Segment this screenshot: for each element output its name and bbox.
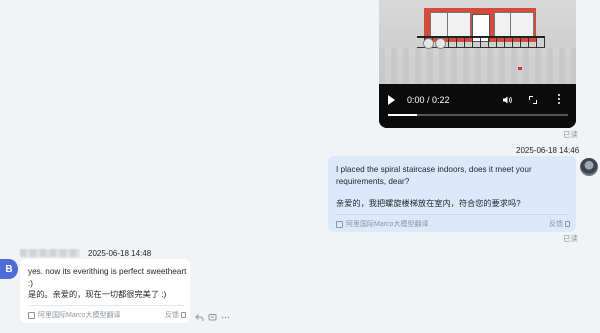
video-marker xyxy=(518,67,522,70)
message-text-en: I placed the spiral staircase indoors, d… xyxy=(336,164,532,188)
volume-icon[interactable] xyxy=(502,95,512,105)
fullscreen-icon[interactable] xyxy=(529,96,537,104)
feedback-icon xyxy=(565,221,570,227)
translation-attribution: 阿里国际Marco大模型翻译 xyxy=(336,219,428,229)
divider xyxy=(336,214,568,215)
message-timestamp: 2025-06-18 14:48 xyxy=(88,249,152,258)
quote-icon[interactable] xyxy=(208,313,217,322)
feedback-button[interactable]: 反馈 xyxy=(549,219,570,229)
translation-attribution: 阿里国际Marco大模型翻译 xyxy=(28,310,120,320)
message-text-line: requirements, dear? xyxy=(336,177,410,186)
message-text-en: yes. now its everithing is perfect sweet… xyxy=(28,267,187,288)
translate-icon xyxy=(28,311,35,319)
outgoing-message-bubble[interactable]: I placed the spiral staircase indoors, d… xyxy=(328,156,576,232)
sender-name-redacted xyxy=(20,249,80,257)
play-icon[interactable] xyxy=(388,95,395,105)
translation-label: 阿里国际Marco大模型翻译 xyxy=(346,221,429,228)
more-horizontal-icon[interactable] xyxy=(221,313,230,322)
avatar[interactable] xyxy=(580,158,598,176)
message-timestamp: 2025-06-18 14:46 xyxy=(516,146,580,155)
video-tank-image xyxy=(435,38,446,49)
video-tank-image xyxy=(423,38,434,49)
feedback-label: 反馈 xyxy=(549,221,563,228)
message-text-translation: 是的。亲爱的，现在一切都很完美了 :) xyxy=(28,290,167,299)
feedback-icon xyxy=(181,312,186,318)
video-message[interactable]: 0:00 / 0:22 xyxy=(379,0,576,128)
feedback-label: 反馈 xyxy=(165,312,179,319)
video-frame[interactable] xyxy=(379,0,576,84)
video-progress-bar[interactable] xyxy=(388,114,568,116)
feedback-button[interactable]: 反馈 xyxy=(165,310,186,320)
video-controls-bar xyxy=(379,84,576,128)
video-time: 0:00 / 0:22 xyxy=(407,95,450,105)
more-vertical-icon[interactable] xyxy=(557,94,561,106)
divider xyxy=(28,305,184,306)
incoming-message-bubble[interactable]: yes. now its everithing is perfect sweet… xyxy=(20,259,190,323)
video-floor-texture xyxy=(379,48,576,84)
message-text-translation: 亲爱的，我把螺旋楼梯放在室内，符合您的要求吗? xyxy=(336,199,521,208)
message-text-line: I placed the spiral staircase indoors, d… xyxy=(336,165,532,174)
translate-icon xyxy=(336,220,343,228)
avatar[interactable]: B xyxy=(0,259,18,279)
video-progress-fill xyxy=(388,114,417,116)
translation-label: 阿里国际Marco大模型翻译 xyxy=(38,312,121,319)
reply-icon[interactable] xyxy=(195,313,204,322)
read-receipt: 已读 xyxy=(563,234,578,243)
read-receipt: 已读 xyxy=(563,130,578,139)
